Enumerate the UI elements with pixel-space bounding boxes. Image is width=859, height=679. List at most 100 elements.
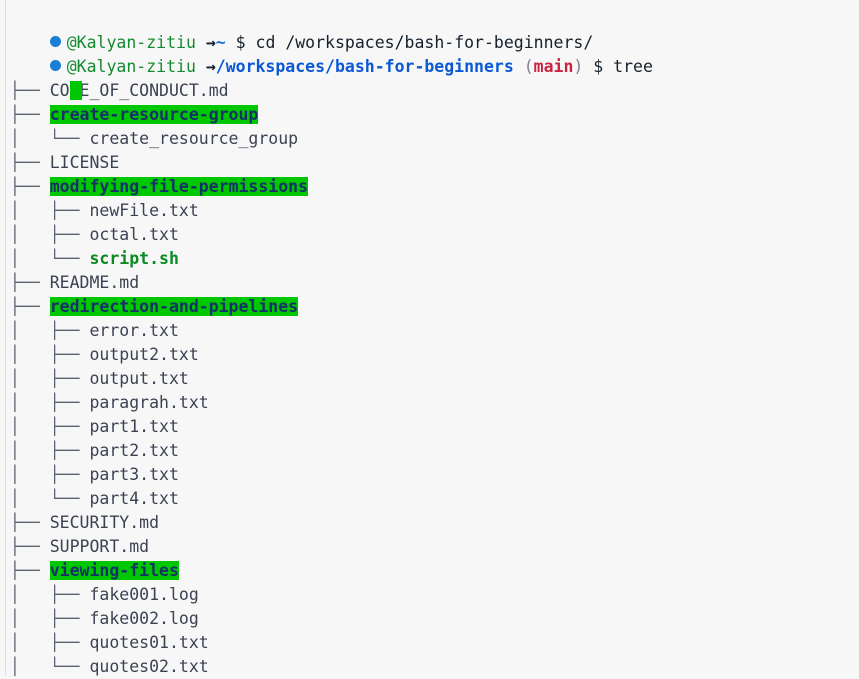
tree-directory-name: redirection-and-pipelines [49, 297, 299, 316]
text-cursor [69, 81, 82, 100]
tree-file-name: LICENSE [49, 153, 120, 172]
tree-branch-glyph: │ ├── [10, 393, 90, 412]
tree-branch-glyph: ├── [10, 537, 50, 556]
arrow-icon: → [205, 33, 216, 52]
tree-row: ├── redirection-and-pipelines [10, 295, 859, 319]
tree-row: ├── LICENSE [10, 151, 859, 175]
tree-row: ├── modifying-file-permissions [10, 175, 859, 199]
terminal-window[interactable]: @Kalyan-zitiu →~ $ cd /workspaces/bash-f… [0, 0, 859, 676]
tree-branch-glyph: │ ├── [10, 201, 90, 220]
tree-file-name: output2.txt [89, 345, 199, 364]
tree-row: │ └── part4.txt [10, 487, 859, 511]
tree-file-name: octal.txt [89, 225, 179, 244]
tree-branch-glyph: ├── [10, 273, 50, 292]
tree-branch-glyph: ├── [10, 297, 50, 316]
tree-branch-glyph: │ ├── [10, 225, 90, 244]
prompt-line-1: @Kalyan-zitiu →~ $ cd /workspaces/bash-f… [0, 7, 859, 52]
tree-row: ├── SECURITY.md [10, 511, 859, 535]
tree-branch-glyph: │ ├── [10, 345, 90, 364]
tree-file-name: part1.txt [89, 417, 179, 436]
status-dot-icon [49, 36, 61, 47]
prompt-space-2 [226, 33, 236, 52]
tree-file-name: fake002.log [89, 609, 199, 628]
prompt-location: /workspaces/bash-for-beginners [215, 57, 514, 76]
tree-row: │ ├── paragrah.txt [10, 391, 859, 415]
tree-row: │ ├── output.txt [10, 367, 859, 391]
tree-file-name: part4.txt [89, 489, 179, 508]
tree-row: │ ├── newFile.txt [10, 199, 859, 223]
tree-branch-glyph: │ ├── [10, 609, 90, 628]
paren-open: ( [523, 57, 534, 76]
tree-row: │ ├── output2.txt [10, 343, 859, 367]
tree-row: │ ├── octal.txt [10, 223, 859, 247]
tree-file-name: quotes02.txt [89, 657, 209, 676]
prompt-space-1 [196, 33, 206, 52]
tree-file-name: part3.txt [89, 465, 179, 484]
prompt-space-2 [514, 57, 524, 76]
tree-file-name: README.md [49, 273, 140, 292]
tree-branch-glyph: │ ├── [10, 321, 90, 340]
tree-row: │ ├── fake001.log [10, 583, 859, 607]
tree-file-name: error.txt [89, 321, 179, 340]
tree-file-name: create_resource_group [89, 129, 299, 148]
tree-row: │ ├── quotes01.txt [10, 631, 859, 655]
tree-branch-glyph: │ └── [10, 129, 90, 148]
tree-file-name: SUPPORT.md [49, 537, 150, 556]
tree-file-name: paragrah.txt [89, 393, 209, 412]
tree-directory-name: modifying-file-permissions [49, 177, 309, 196]
tree-branch-glyph: │ ├── [10, 369, 90, 388]
prompt-user: @Kalyan-zitiu [66, 33, 196, 52]
tree-row: │ └── create_resource_group [10, 127, 859, 151]
tree-branch-glyph: ├── [10, 513, 50, 532]
tree-branch-glyph: │ └── [10, 489, 90, 508]
tree-branch-glyph: │ ├── [10, 585, 90, 604]
tree-row: │ ├── part3.txt [10, 463, 859, 487]
tree-row: ├── CODE_OF_CONDUCT.md [10, 79, 859, 103]
tree-file-name: SECURITY.md [49, 513, 160, 532]
prompt-command: cd /workspaces/bash-for-beginners/ [255, 33, 594, 52]
tree-branch-glyph: ├── [10, 177, 50, 196]
tree-directory-name: create-resource-group [49, 105, 259, 124]
tree-branch-glyph: │ ├── [10, 633, 90, 652]
prompt-space-4 [603, 57, 613, 76]
tree-executable-name: script.sh [89, 249, 179, 268]
tree-row: ├── SUPPORT.md [10, 535, 859, 559]
tree-branch-glyph: ├── [10, 81, 50, 100]
tree-output: ├── CODE_OF_CONDUCT.md ├── create-resourc… [0, 79, 859, 679]
prompt-space-3 [246, 33, 256, 52]
tree-branch-glyph: ├── [10, 105, 50, 124]
prompt-space-3 [583, 57, 593, 76]
tree-row: ├── viewing-files [10, 559, 859, 583]
tree-file-name: output.txt [89, 369, 189, 388]
tree-row: ├── README.md [10, 271, 859, 295]
tree-file-name: fake001.log [89, 585, 199, 604]
prompt-sigil: $ [593, 57, 604, 76]
status-dot-icon [49, 60, 61, 71]
tree-row: │ ├── fake002.log [10, 607, 859, 631]
tree-branch-glyph: │ └── [10, 249, 90, 268]
paren-close: ) [573, 57, 584, 76]
prompt-location: ~ [215, 33, 226, 52]
tree-row: │ └── quotes02.txt [10, 655, 859, 679]
gutter-rule [5, 0, 6, 676]
tree-file-name: quotes01.txt [89, 633, 209, 652]
tree-row: │ ├── error.txt [10, 319, 859, 343]
tree-row: ├── create-resource-group [10, 103, 859, 127]
tree-branch-glyph: ├── [10, 561, 50, 580]
tree-row: │ └── script.sh [10, 247, 859, 271]
prompt-command: tree [613, 57, 653, 76]
git-branch-label: main [533, 57, 574, 76]
tree-row: │ ├── part1.txt [10, 415, 859, 439]
tree-branch-glyph: ├── [10, 153, 50, 172]
tree-branch-glyph: │ ├── [10, 441, 90, 460]
tree-branch-glyph: │ └── [10, 657, 90, 676]
tree-branch-glyph: │ ├── [10, 417, 90, 436]
tree-directory-name: viewing-files [49, 561, 179, 580]
prompt-space-1 [196, 57, 206, 76]
tree-branch-glyph: │ ├── [10, 465, 90, 484]
tree-row: │ ├── part2.txt [10, 439, 859, 463]
tree-file-name: newFile.txt [89, 201, 199, 220]
prompt-user: @Kalyan-zitiu [66, 57, 196, 76]
tree-file-name: part2.txt [89, 441, 179, 460]
arrow-icon: → [205, 57, 216, 76]
